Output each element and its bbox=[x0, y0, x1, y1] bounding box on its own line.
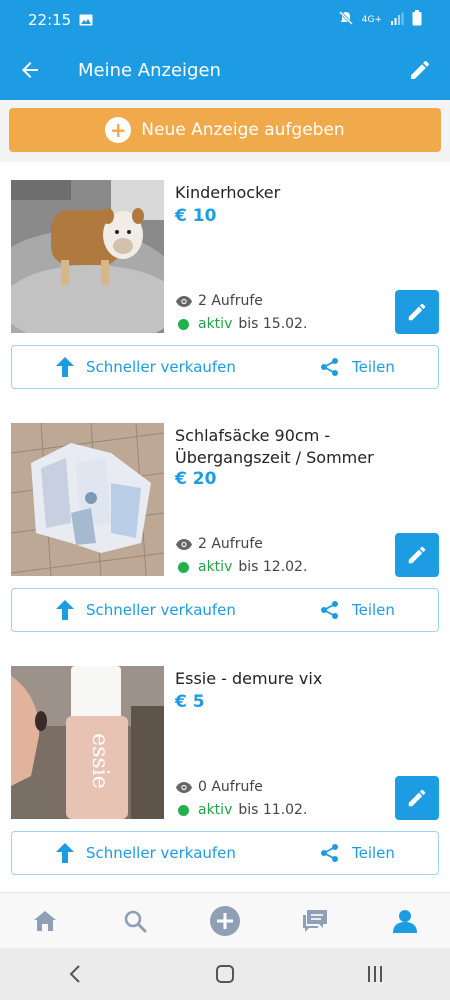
listing-views: 2 Aufrufe bbox=[176, 293, 263, 309]
status-time: 22:15 bbox=[28, 11, 72, 29]
recents-icon bbox=[368, 966, 382, 982]
system-recents-button[interactable] bbox=[300, 965, 450, 983]
status-label: aktiv bbox=[198, 316, 233, 332]
sell-faster-button[interactable]: Schneller verkaufen bbox=[56, 346, 236, 388]
pencil-icon bbox=[408, 789, 426, 807]
signal-icon bbox=[390, 11, 404, 30]
sell-faster-label: Schneller verkaufen bbox=[86, 601, 236, 619]
views-count: 2 Aufrufe bbox=[198, 293, 263, 309]
listing-price: € 10 bbox=[175, 206, 217, 226]
battery-icon bbox=[412, 10, 422, 30]
nav-profile[interactable] bbox=[360, 893, 450, 948]
status-until: bis 11.02. bbox=[238, 802, 308, 818]
system-nav bbox=[0, 948, 450, 1000]
listing-status: aktiv bis 12.02. bbox=[178, 559, 307, 575]
system-home-button[interactable] bbox=[150, 964, 300, 984]
share-label: Teilen bbox=[352, 358, 395, 376]
share-label: Teilen bbox=[352, 601, 395, 619]
listing-status: aktiv bis 15.02. bbox=[178, 316, 307, 332]
new-listing-label: Neue Anzeige aufgeben bbox=[141, 120, 345, 140]
listing-thumbnail[interactable]: essie bbox=[11, 666, 164, 819]
messages-icon bbox=[303, 909, 327, 932]
add-icon bbox=[210, 905, 240, 936]
edit-listing-button[interactable] bbox=[395, 533, 439, 577]
status-dot-icon bbox=[178, 804, 189, 816]
listing-status: aktiv bis 11.02. bbox=[178, 802, 307, 818]
sell-faster-label: Schneller verkaufen bbox=[86, 844, 236, 862]
gallery-icon bbox=[79, 11, 93, 30]
listing-actions: Schneller verkaufen Teilen bbox=[11, 831, 439, 875]
edit-listing-button[interactable] bbox=[395, 290, 439, 334]
search-icon bbox=[124, 910, 147, 932]
pencil-icon bbox=[408, 303, 426, 321]
sell-faster-button[interactable]: Schneller verkaufen bbox=[56, 589, 236, 631]
status-until: bis 12.02. bbox=[238, 559, 308, 575]
status-label: aktiv bbox=[198, 802, 233, 818]
chevron-left-icon bbox=[69, 965, 80, 983]
bottom-nav bbox=[0, 892, 450, 948]
listing-views: 0 Aufrufe bbox=[176, 779, 263, 795]
page-title: Meine Anzeigen bbox=[78, 59, 221, 81]
listing-price: € 20 bbox=[175, 469, 217, 489]
listing-thumbnail[interactable] bbox=[11, 180, 164, 333]
nav-home[interactable] bbox=[0, 893, 90, 948]
share-icon bbox=[321, 358, 338, 376]
svg-text:essie: essie bbox=[87, 733, 112, 789]
status-label: aktiv bbox=[198, 559, 233, 575]
share-button[interactable]: Teilen bbox=[320, 832, 395, 874]
listing-item[interactable]: essie Essie - demure vix € 5 0 Aufrufe a… bbox=[0, 648, 450, 891]
status-until: bis 15.02. bbox=[238, 316, 308, 332]
status-bar: 22:15 4G+ bbox=[0, 0, 450, 40]
nav-messages[interactable] bbox=[270, 893, 360, 948]
edit-mode-button[interactable] bbox=[390, 40, 450, 100]
listing-item[interactable]: Schlafsäcke 90cm - Übergangszeit / Somme… bbox=[0, 405, 450, 648]
nav-add[interactable] bbox=[180, 893, 270, 948]
pencil-icon bbox=[408, 546, 426, 564]
share-label: Teilen bbox=[352, 844, 395, 862]
listing-title[interactable]: Essie - demure vix bbox=[175, 668, 435, 690]
eye-icon bbox=[176, 538, 192, 550]
listing-title[interactable]: Schlafsäcke 90cm - Übergangszeit / Somme… bbox=[175, 425, 435, 469]
share-button[interactable]: Teilen bbox=[320, 589, 395, 631]
listing-thumbnail[interactable] bbox=[11, 423, 164, 576]
new-listing-button[interactable]: + Neue Anzeige aufgeben bbox=[9, 108, 441, 152]
share-icon bbox=[321, 844, 338, 862]
edit-listing-button[interactable] bbox=[395, 776, 439, 820]
status-dot-icon bbox=[178, 318, 189, 330]
nav-search[interactable] bbox=[90, 893, 180, 948]
sell-faster-label: Schneller verkaufen bbox=[86, 358, 236, 376]
share-icon bbox=[321, 601, 338, 619]
listing-price: € 5 bbox=[175, 692, 205, 712]
pencil-icon bbox=[411, 60, 430, 79]
network-label: 4G+ bbox=[361, 15, 382, 25]
new-listing-bar: + Neue Anzeige aufgeben bbox=[0, 100, 450, 162]
listing-actions: Schneller verkaufen Teilen bbox=[11, 345, 439, 389]
home-square-icon bbox=[216, 965, 234, 983]
home-icon bbox=[34, 910, 56, 931]
system-back-button[interactable] bbox=[0, 965, 150, 983]
arrow-left-icon bbox=[22, 62, 38, 78]
listing-actions: Schneller verkaufen Teilen bbox=[11, 588, 439, 632]
plus-circle-icon: + bbox=[105, 117, 132, 143]
arrow-up-icon bbox=[56, 357, 74, 377]
mute-icon bbox=[338, 10, 354, 30]
sell-faster-button[interactable]: Schneller verkaufen bbox=[56, 832, 236, 874]
share-button[interactable]: Teilen bbox=[320, 346, 395, 388]
views-count: 0 Aufrufe bbox=[198, 779, 263, 795]
status-dot-icon bbox=[178, 561, 189, 573]
arrow-up-icon bbox=[56, 600, 74, 620]
listing-views: 2 Aufrufe bbox=[176, 536, 263, 552]
listing-item[interactable]: Kinderhocker € 10 2 Aufrufe aktiv bis 15… bbox=[0, 162, 450, 405]
eye-icon bbox=[176, 295, 192, 307]
back-button[interactable] bbox=[0, 40, 60, 100]
eye-icon bbox=[176, 781, 192, 793]
profile-icon bbox=[393, 909, 417, 933]
listing-title[interactable]: Kinderhocker bbox=[175, 182, 435, 204]
views-count: 2 Aufrufe bbox=[198, 536, 263, 552]
app-bar: Meine Anzeigen bbox=[0, 40, 450, 100]
arrow-up-icon bbox=[56, 843, 74, 863]
